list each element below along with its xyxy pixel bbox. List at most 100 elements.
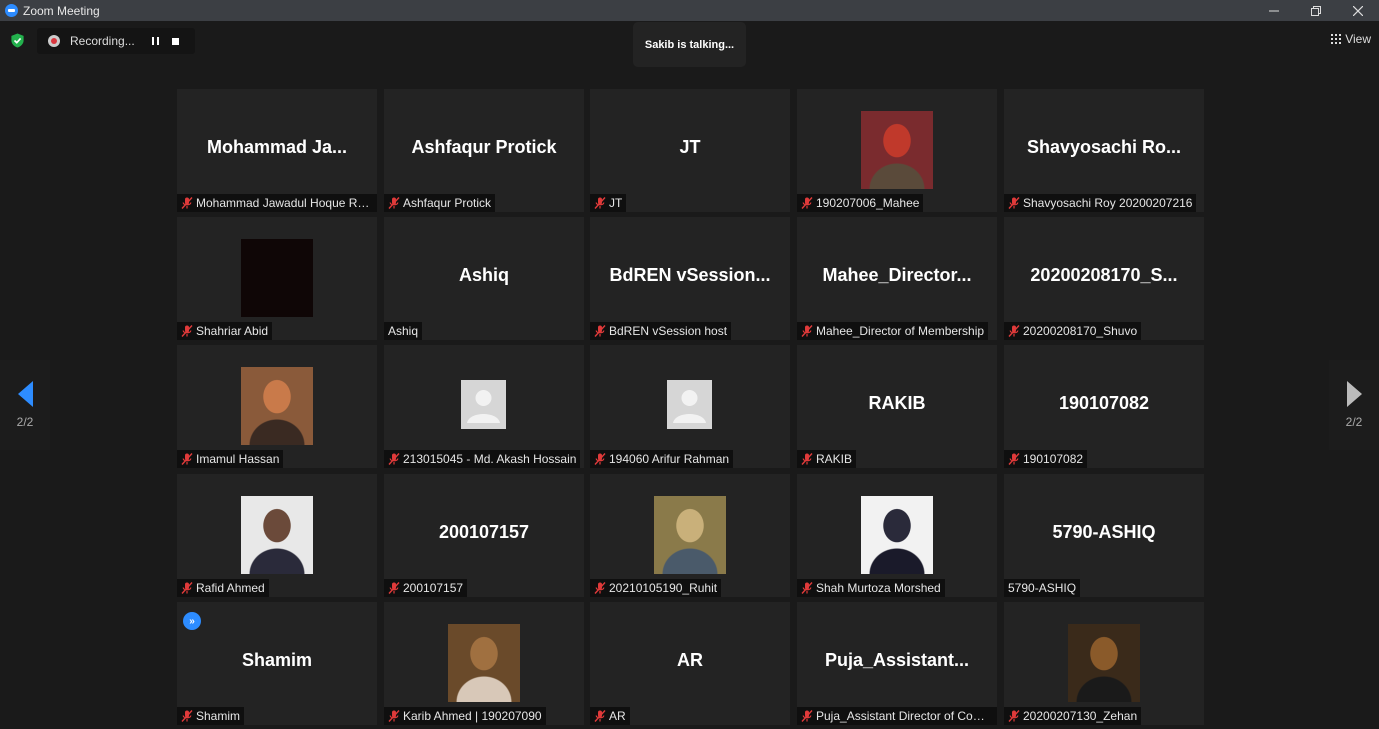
participant-name-label: 213015045 - Md. Akash Hossain (403, 452, 577, 466)
participant-tile[interactable]: RAKIB RAKIB (797, 345, 997, 468)
recording-bar: Recording... (37, 28, 195, 54)
participant-display-name: 190107082 (1058, 393, 1150, 413)
window-title: Zoom Meeting (23, 3, 100, 18)
participant-tile[interactable]: 5790-ASHIQ 5790-ASHIQ (1004, 474, 1204, 597)
view-label: View (1345, 32, 1371, 46)
mic-muted-icon (1008, 710, 1020, 722)
participant-tile[interactable]: Ashiq Ashiq (384, 217, 584, 340)
participant-tile[interactable]: Shavyosachi Ro... Shavyosachi Roy 2020020… (1004, 89, 1204, 212)
shield-icon[interactable] (10, 33, 25, 48)
participant-tile[interactable]: Shah Murtoza Morshed (797, 474, 997, 597)
participant-tile[interactable]: Puja_Assistant... Puja_Assistant Director… (797, 602, 997, 725)
mic-muted-icon (1008, 325, 1020, 337)
mic-muted-icon (801, 582, 813, 594)
participant-tile[interactable]: Mohammad Ja... Mohammad Jawadul Hoque Roh… (177, 89, 377, 212)
participant-nameplate: 200107157 (384, 579, 468, 597)
close-icon (1353, 5, 1363, 16)
next-page-button[interactable]: 2/2 (1329, 360, 1379, 450)
participant-name-label: Shavyosachi Roy 20200207216 (1023, 196, 1193, 210)
participant-display-name: JT (679, 137, 701, 157)
participant-nameplate: 20200208170_Shuvo (1004, 322, 1142, 340)
participant-tile[interactable]: 200107157 200107157 (384, 474, 584, 597)
participant-video (654, 496, 726, 574)
minimize-icon (1269, 10, 1279, 11)
participant-name-label: 190207006_Mahee (816, 196, 920, 210)
participant-name-label: Ashfaqur Protick (403, 196, 492, 210)
participant-video (861, 111, 933, 189)
participant-tile[interactable]: 190207006_Mahee (797, 89, 997, 212)
restore-button[interactable] (1295, 0, 1337, 21)
participant-tile[interactable]: JT JT (590, 89, 790, 212)
participant-tile[interactable]: Ashfaqur Protick Ashfaqur Protick (384, 89, 584, 212)
previous-page-button[interactable]: 2/2 (0, 360, 50, 450)
participant-name-label: Mohammad Jawadul Hoque Rohan (196, 196, 373, 210)
participant-name-label: 200107157 (403, 581, 464, 595)
participant-nameplate: Shavyosachi Roy 20200207216 (1004, 194, 1197, 212)
participant-name-label: Shah Murtoza Morshed (816, 581, 941, 595)
mic-muted-icon (181, 710, 193, 722)
stop-icon (171, 37, 179, 45)
participant-video (241, 239, 313, 317)
participant-tile[interactable]: Mahee_Director... Mahee_Director of Membe… (797, 217, 997, 340)
participant-tile[interactable]: 190107082 190107082 (1004, 345, 1204, 468)
participant-nameplate: 194060 Arifur Rahman (590, 450, 734, 468)
participant-name-label: Karib Ahmed | 190207090 (403, 709, 542, 723)
participant-display-name: Ashiq (458, 265, 509, 285)
mic-muted-icon (594, 197, 606, 209)
pause-recording-button[interactable] (145, 31, 165, 51)
stop-recording-button[interactable] (165, 31, 185, 51)
mic-muted-icon (388, 197, 400, 209)
arrow-left-icon (17, 381, 33, 407)
mic-muted-icon (1008, 197, 1020, 209)
participant-tile[interactable]: AR AR (590, 602, 790, 725)
participant-name-label: Ashiq (388, 324, 419, 338)
participant-video (448, 624, 520, 702)
view-button[interactable]: View (1331, 30, 1371, 48)
participant-name-label: BdREN vSession host (609, 324, 728, 338)
participant-tile[interactable]: 194060 Arifur Rahman (590, 345, 790, 468)
mic-muted-icon (594, 325, 606, 337)
participant-tile[interactable]: Shahriar Abid (177, 217, 377, 340)
participant-display-name: 200107157 (438, 522, 530, 542)
participant-nameplate: Shahriar Abid (177, 322, 273, 340)
participant-name-label: Imamul Hassan (196, 452, 280, 466)
participant-nameplate: 190107082 (1004, 450, 1088, 468)
participant-tile[interactable]: Karib Ahmed | 190207090 (384, 602, 584, 725)
participant-tile[interactable]: Imamul Hassan (177, 345, 377, 468)
mic-muted-icon (388, 582, 400, 594)
participant-name-label: 190107082 (1023, 452, 1084, 466)
mic-muted-icon (594, 710, 606, 722)
participant-tile[interactable]: BdREN vSession... BdREN vSession host (590, 217, 790, 340)
active-speaker-indicator: Sakib is talking... (633, 22, 746, 67)
mic-muted-icon (801, 710, 813, 722)
participant-nameplate: Mohammad Jawadul Hoque Rohan (177, 194, 377, 212)
fast-forward-icon: » (183, 612, 201, 630)
participant-name-label: Shahriar Abid (196, 324, 269, 338)
page-indicator-right: 2/2 (1345, 415, 1363, 429)
participant-nameplate: BdREN vSession host (590, 322, 732, 340)
participant-nameplate: Imamul Hassan (177, 450, 284, 468)
participant-name-label: JT (609, 196, 623, 210)
participant-nameplate: Karib Ahmed | 190207090 (384, 707, 546, 725)
grid-view-icon (1331, 34, 1342, 44)
participant-display-name: Ashfaqur Protick (411, 137, 557, 157)
restore-icon (1311, 5, 1321, 16)
participant-tile[interactable]: Rafid Ahmed (177, 474, 377, 597)
page-indicator-left: 2/2 (16, 415, 34, 429)
minimize-button[interactable] (1253, 0, 1295, 21)
participant-tile[interactable]: 213015045 - Md. Akash Hossain (384, 345, 584, 468)
participant-display-name: Puja_Assistant... (824, 650, 970, 670)
participant-tile[interactable]: 20200207130_Zehan (1004, 602, 1204, 725)
participant-nameplate: JT (590, 194, 627, 212)
participant-tile[interactable]: 20210105190_Ruhit (590, 474, 790, 597)
participant-name-label: Mahee_Director of Membership (816, 324, 985, 338)
participant-tile[interactable]: 20200208170_S... 20200208170_Shuvo (1004, 217, 1204, 340)
participant-display-name: BdREN vSession... (609, 265, 771, 285)
participant-nameplate: Puja_Assistant Director of Commu... (797, 707, 997, 725)
close-button[interactable] (1337, 0, 1379, 21)
arrow-right-icon (1346, 381, 1362, 407)
mic-muted-icon (801, 197, 813, 209)
participant-name-label: 20200208170_Shuvo (1023, 324, 1138, 338)
participant-nameplate: 190207006_Mahee (797, 194, 924, 212)
participant-tile[interactable]: Shamim » Shamim (177, 602, 377, 725)
